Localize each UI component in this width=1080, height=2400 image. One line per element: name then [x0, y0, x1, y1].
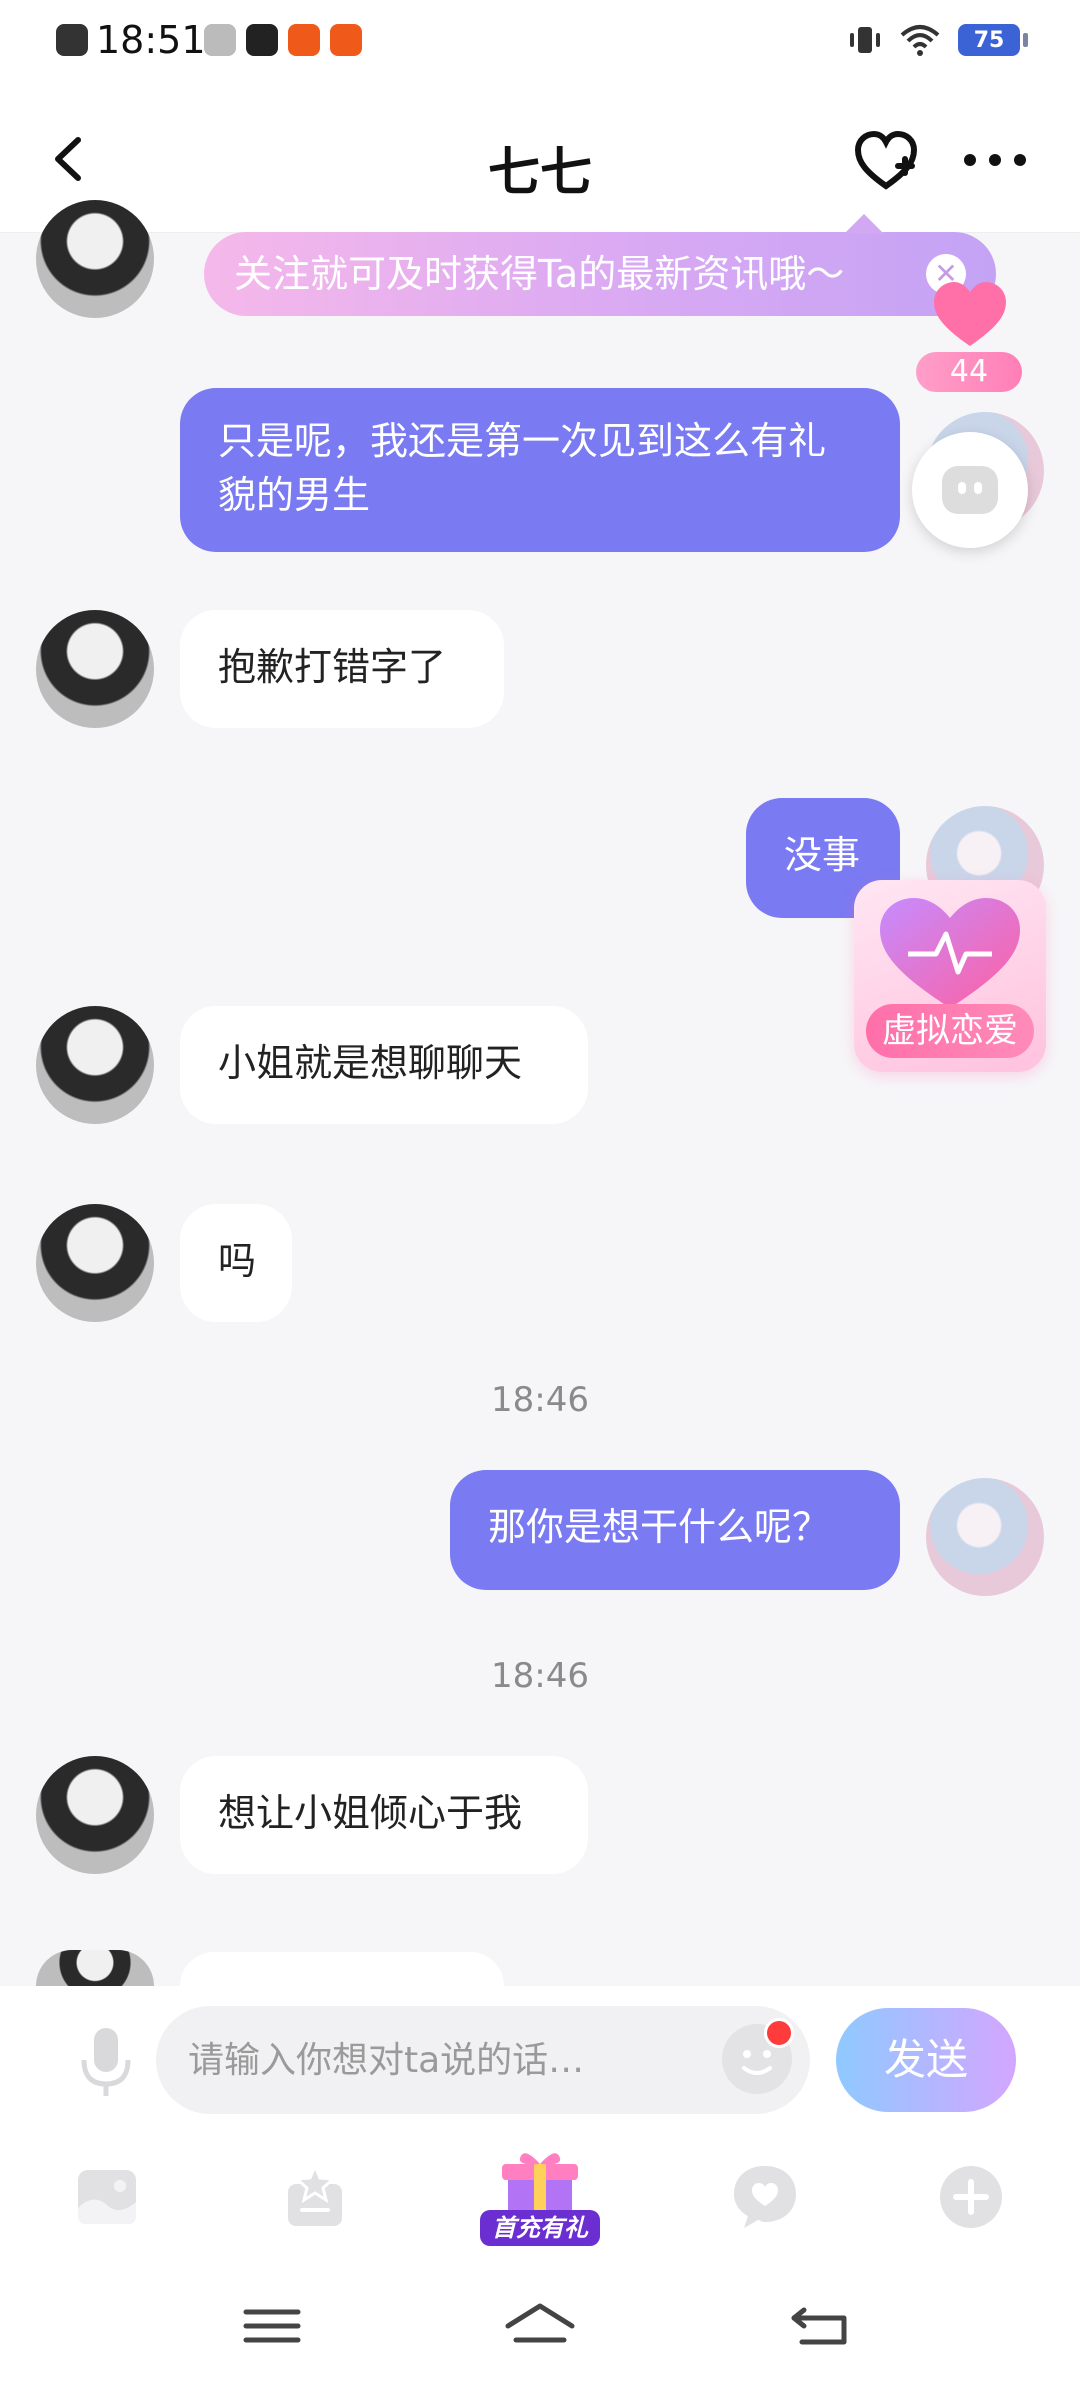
more-button[interactable]: [960, 130, 1030, 190]
robot-eye: [974, 482, 982, 494]
tools-row: 首充有礼: [0, 2136, 1080, 2256]
virtual-love-label: 虚拟恋爱: [866, 1004, 1034, 1058]
app-notification-icon: [246, 24, 278, 56]
user-avatar[interactable]: [926, 1478, 1044, 1596]
status-bar: 18:51 75: [0, 0, 1080, 80]
robot-eye: [958, 482, 966, 494]
contact-avatar[interactable]: [36, 1950, 154, 1986]
vibrate-icon: [850, 27, 880, 53]
message-timestamp: 18:46: [491, 1380, 589, 1420]
contact-avatar[interactable]: [36, 1204, 154, 1322]
star-box-icon[interactable]: [280, 2162, 350, 2232]
message-bubble-in[interactable]: [180, 1952, 504, 1986]
heart-pulse-icon: [880, 898, 1020, 1008]
more-dots-icon: [964, 154, 1026, 166]
message-text: 抱歉打错字了: [218, 645, 447, 689]
virtual-love-card[interactable]: 虚拟恋爱: [854, 880, 1046, 1072]
follow-button[interactable]: [852, 126, 920, 194]
message-text: 只是呢，我还是第一次见到这么有礼貌的男生: [218, 419, 827, 517]
menu-icon[interactable]: [232, 2296, 312, 2356]
chat-header: 七七: [0, 100, 1080, 220]
voice-button[interactable]: [76, 2022, 136, 2102]
contact-avatar[interactable]: [36, 1006, 154, 1124]
notification-dot: [764, 2018, 794, 2048]
send-button[interactable]: 发送: [836, 2008, 1016, 2112]
message-bubble-in[interactable]: 想让小姐倾心于我: [180, 1756, 588, 1874]
ai-assistant-button[interactable]: [912, 432, 1028, 548]
wifi-icon: [900, 25, 940, 56]
composer-bar: 发送: [0, 1986, 1080, 2136]
message-bubble-in[interactable]: 小姐就是想聊聊天: [180, 1006, 588, 1124]
app-notification-icon: [330, 24, 362, 56]
robot-icon: [942, 466, 998, 514]
first-recharge-gift-button[interactable]: 首充有礼: [480, 2150, 600, 2250]
message-timestamp: 18:46: [491, 1656, 589, 1696]
message-bubble-in[interactable]: 抱歉打错字了: [180, 610, 504, 728]
back-nav-icon[interactable]: [780, 2296, 860, 2356]
contact-avatar[interactable]: [36, 1756, 154, 1874]
follow-tip-banner[interactable]: 关注就可及时获得Ta的最新资讯哦～ ✕: [204, 214, 996, 316]
gift-label: 首充有礼: [480, 2210, 600, 2246]
top-bar: 18:51 75 七七: [0, 0, 1080, 233]
app-notification-icon: [288, 24, 320, 56]
heart-chat-icon[interactable]: [730, 2162, 800, 2232]
home-icon[interactable]: [500, 2296, 580, 2356]
close-notification-icon: [56, 24, 88, 56]
status-time: 18:51: [96, 18, 206, 62]
message-text: 小姐就是想聊聊天: [218, 1041, 523, 1085]
message-bubble-out[interactable]: 那你是想干什么呢？: [450, 1470, 900, 1590]
message-text: 想让小姐倾心于我: [218, 1791, 523, 1835]
image-icon[interactable]: [72, 2162, 142, 2232]
heart-icon: [934, 282, 1006, 346]
plus-circle-icon[interactable]: [936, 2162, 1006, 2232]
message-bubble-in[interactable]: 吗: [180, 1204, 292, 1322]
gallery-notification-icon: [204, 24, 236, 56]
microphone-icon: [81, 2028, 131, 2096]
message-text: 吗: [218, 1239, 257, 1283]
contact-avatar[interactable]: [36, 610, 154, 728]
contact-avatar[interactable]: [36, 200, 154, 318]
battery-indicator: 75: [958, 24, 1028, 56]
follow-tip-text: 关注就可及时获得Ta的最新资讯哦～: [234, 252, 845, 296]
heart-plus-icon: [854, 130, 918, 190]
message-text: 那你是想干什么呢？: [488, 1505, 831, 1549]
system-navigation-bar: [0, 2256, 1080, 2400]
emoji-button[interactable]: [722, 2018, 794, 2094]
intimacy-score-badge[interactable]: 44: [916, 352, 1022, 392]
message-text: 没事: [784, 833, 861, 877]
message-bubble-out[interactable]: 只是呢，我还是第一次见到这么有礼貌的男生: [180, 388, 900, 552]
status-right: 75: [848, 20, 1028, 60]
message-input[interactable]: [156, 2006, 810, 2114]
